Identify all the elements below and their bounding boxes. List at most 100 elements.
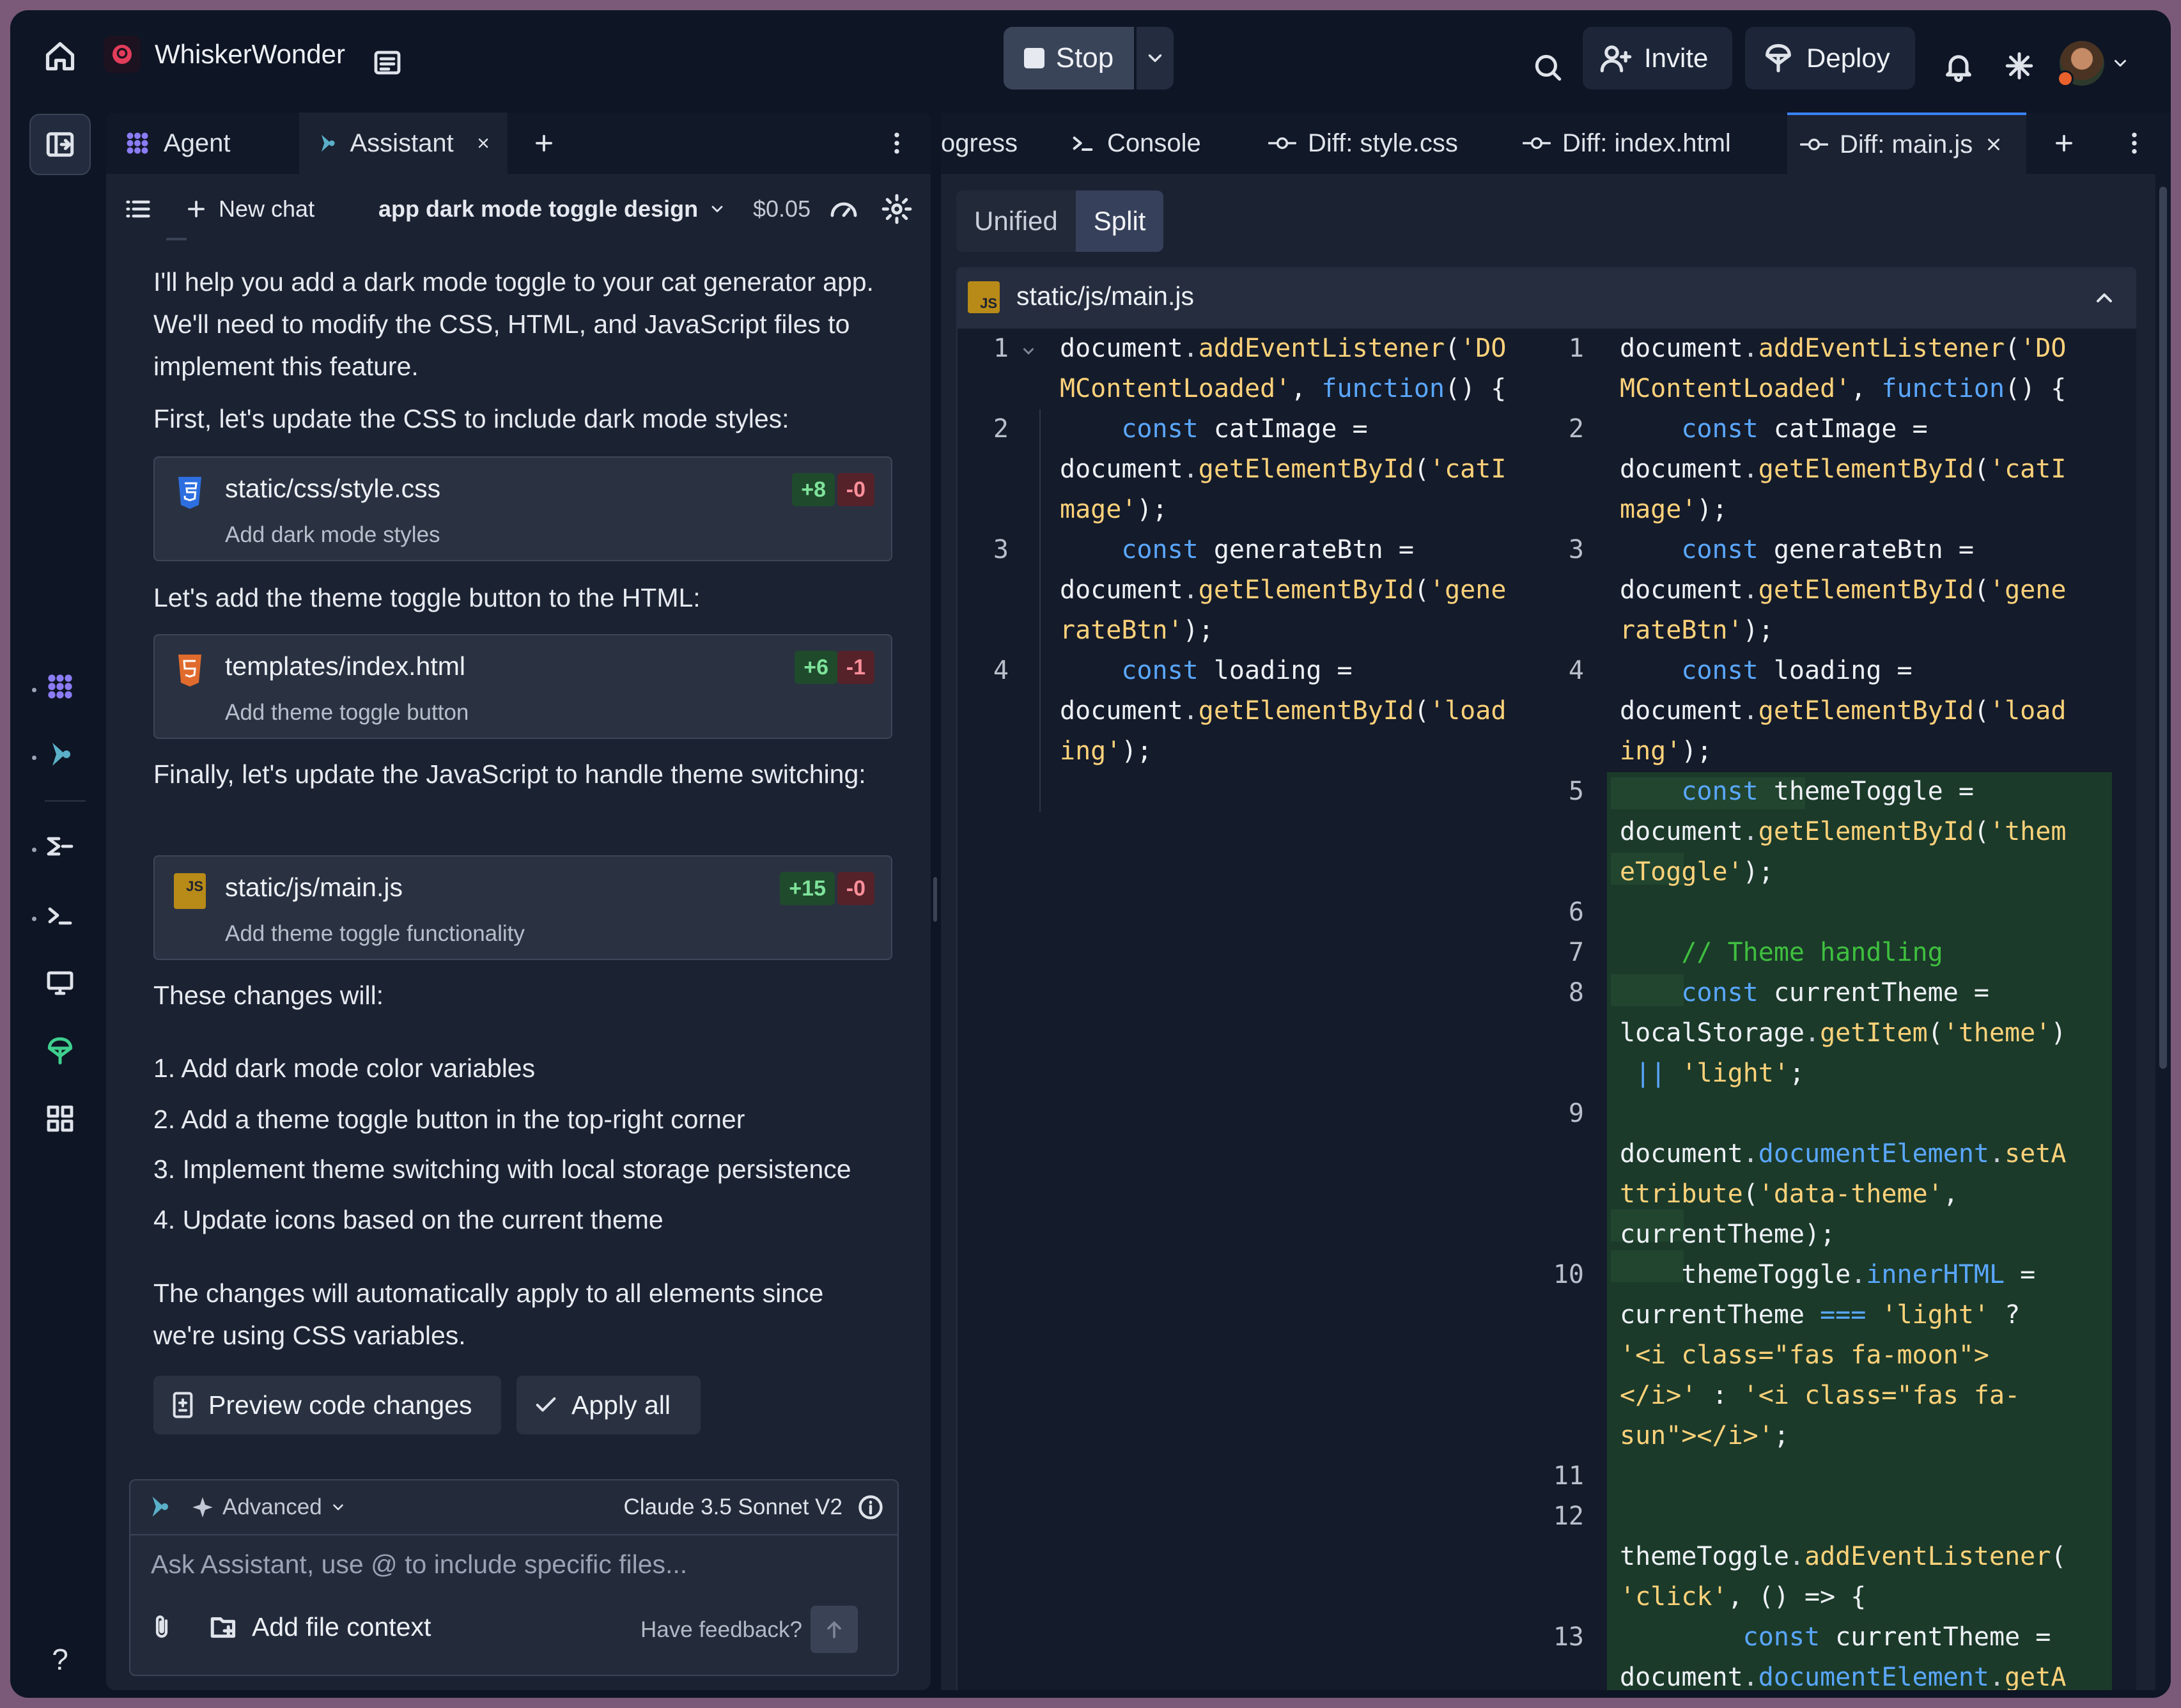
tab-console-label: Console [1107, 128, 1201, 157]
tab-diff-index-label: Diff: index.html [1562, 128, 1731, 157]
code-line: MContentLoaded', function() { [1060, 374, 1507, 403]
close-icon[interactable] [476, 134, 491, 153]
tab-assistant[interactable]: Assistant [299, 113, 508, 174]
user-menu[interactable] [2057, 41, 2130, 87]
unified-view-button[interactable]: Unified [956, 190, 1076, 252]
diff-viewer: Unified Split JS static/js/main.js 1 2 3… [941, 174, 2155, 1690]
tab-diff-index[interactable]: Diff: index.html [1523, 113, 1766, 174]
code-line-added: document.documentElement.getA [1620, 1663, 2067, 1690]
code-line: rateBtn'); [1060, 616, 1214, 645]
pane-menu-icon[interactable] [871, 113, 923, 174]
attach-paperclip-icon[interactable] [148, 1612, 175, 1643]
send-button[interactable] [811, 1606, 858, 1653]
css-file-icon [178, 477, 201, 509]
code-line: ing'); [1620, 736, 1712, 766]
code-line: document.getElementById('load [1060, 696, 1507, 726]
js-file-icon: JS [174, 873, 206, 909]
search-icon[interactable] [1532, 51, 1564, 83]
add-file-context-button[interactable]: Add file context [208, 1611, 431, 1643]
fold-chevron-icon[interactable] [1019, 341, 1038, 361]
file-change-card[interactable]: JS static/js/main.js Add theme toggle fu… [153, 855, 892, 960]
code-line: mage'); [1060, 495, 1168, 524]
chat-history-icon[interactable] [124, 195, 152, 223]
code-line: MContentLoaded', function() { [1620, 374, 2067, 403]
new-chat-label: New chat [219, 196, 315, 222]
line-number: 4 [993, 656, 1009, 685]
pane-menu-icon[interactable] [2125, 113, 2144, 174]
code-line-added: currentTheme === 'light' ? [1620, 1300, 2021, 1330]
deploy-button[interactable]: Deploy [1745, 27, 1915, 89]
diff-pane: ogress Console Diff: style.css Diff: ind… [941, 113, 2171, 1690]
line-number: 3 [1568, 535, 1584, 564]
chat-input[interactable]: Ask Assistant, use @ to include specific… [151, 1549, 687, 1580]
model-label: Claude 3.5 Sonnet V2 [623, 1494, 842, 1519]
home-icon[interactable] [43, 40, 77, 73]
chevron-down-icon [332, 1504, 343, 1510]
run-options-dropdown[interactable] [1137, 27, 1174, 89]
new-tab-button[interactable] [2052, 113, 2076, 174]
diff-code: 1 2 3 4 document.addEventListener('DO MC… [956, 329, 2136, 1690]
tab-progress[interactable]: ogress [941, 113, 1069, 174]
bell-icon[interactable] [1942, 50, 1975, 83]
html-file-icon [178, 655, 201, 687]
apply-all-button[interactable]: Apply all [516, 1376, 701, 1434]
tab-console[interactable]: Console [1070, 113, 1230, 174]
file-name: static/js/main.js [225, 873, 403, 902]
stop-button[interactable]: Stop [1004, 27, 1134, 89]
sparkle-icon[interactable] [2003, 50, 2035, 82]
all-tools-rail-icon[interactable] [29, 1088, 91, 1149]
mode-dropdown[interactable]: Advanced [190, 1492, 346, 1523]
preview-rail-icon[interactable] [29, 952, 91, 1014]
preview-code-changes-button[interactable]: Preview code changes [153, 1376, 501, 1434]
scroll-thumb[interactable] [2159, 187, 2167, 1069]
diff-scrollbar[interactable] [2155, 174, 2171, 1690]
tab-diff-main[interactable]: Diff: main.js [1787, 113, 2026, 174]
feedback-link[interactable]: Have feedback? [640, 1617, 802, 1643]
help-icon[interactable]: ? [29, 1629, 91, 1690]
tab-agent[interactable]: Agent [106, 113, 289, 174]
assistant-icon [146, 1493, 173, 1520]
right-tab-row: ogress Console Diff: style.css Diff: ind… [941, 113, 2171, 174]
pane-resize-handle[interactable] [933, 877, 937, 922]
folder-plus-icon [210, 1617, 236, 1638]
file-description: Add theme toggle button [225, 700, 469, 725]
diff-original-pane: 1 2 3 4 document.addEventListener('DO MC… [958, 329, 1533, 1690]
info-icon[interactable] [857, 1493, 885, 1521]
app-logo-icon [104, 36, 141, 73]
tab-diff-style[interactable]: Diff: style.css [1268, 113, 1498, 174]
console-rail-icon[interactable] [29, 885, 91, 946]
code-line-added: document.documentElement.setA [1620, 1139, 2067, 1168]
toggle-sidebar-icon[interactable] [29, 114, 91, 175]
chat-title-dropdown[interactable]: app dark mode toggle design [378, 196, 726, 222]
code-line: const catImage = [1121, 414, 1368, 444]
close-icon[interactable] [1984, 135, 2003, 154]
file-change-card[interactable]: templates/index.html Add theme toggle bu… [153, 634, 892, 739]
progress-rail-icon[interactable] [29, 816, 91, 877]
code-line: document.addEventListener('DO [1060, 334, 1507, 363]
left-rail: ? [10, 113, 106, 1698]
agent-rail-icon[interactable] [29, 656, 91, 717]
assistant-rail-icon[interactable] [29, 724, 91, 785]
usage-gauge-icon[interactable] [828, 194, 859, 224]
diff-view-toggle: Unified Split [956, 190, 1164, 252]
code-line-added: 'click', () => { [1620, 1582, 1867, 1611]
invite-button[interactable]: Invite [1583, 27, 1732, 89]
split-view-button[interactable]: Split [1075, 190, 1164, 252]
app-switcher[interactable]: WhiskerWonder [104, 36, 345, 73]
file-change-card[interactable]: static/css/style.css Add dark mode style… [153, 456, 892, 561]
code-line: document.getElementById('gene [1060, 575, 1507, 605]
model-selector[interactable]: Claude 3.5 Sonnet V2 [624, 1492, 842, 1523]
mode-label: Advanced [222, 1494, 322, 1519]
line-number: 1 [1568, 334, 1584, 363]
file-name: templates/index.html [225, 651, 466, 681]
message-html-intro: Let's add the theme toggle button to the… [153, 583, 701, 612]
deployments-rail-icon[interactable] [29, 1020, 91, 1082]
lines-removed-badge: -0 [837, 872, 874, 905]
arrow-up-icon [827, 1620, 841, 1638]
settings-gear-icon[interactable] [881, 193, 913, 225]
new-chat-button[interactable]: New chat [184, 196, 314, 222]
code-line: const loading = [1681, 656, 1913, 685]
new-tab-button[interactable] [515, 113, 573, 174]
chevron-up-icon[interactable] [2092, 285, 2117, 311]
app-menu-icon[interactable] [372, 47, 403, 78]
